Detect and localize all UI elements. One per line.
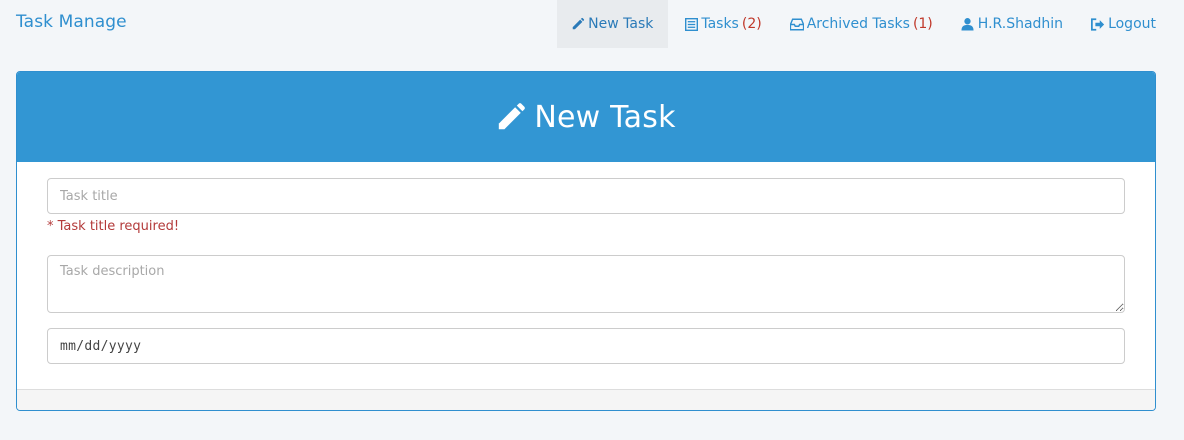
pencil-icon: [496, 102, 526, 132]
nav-archived-tasks[interactable]: Archived Tasks (1): [776, 0, 947, 48]
nav-menu: New Task Tasks (2) Archived Tasks (1) H.…: [557, 0, 1184, 48]
panel-footer: [17, 389, 1155, 410]
panel-body: * Task title required! mm/dd/yyyy: [17, 162, 1155, 364]
nav-user[interactable]: H.R.Shadhin: [947, 0, 1077, 48]
panel-title: New Task: [534, 99, 676, 135]
inbox-icon: [789, 17, 804, 31]
date-format-placeholder: mm/dd/yyyy: [60, 338, 142, 354]
nav-new-task-label: New Task: [588, 16, 654, 32]
task-title-input[interactable]: [47, 178, 1125, 214]
nav-tasks[interactable]: Tasks (2): [670, 0, 775, 48]
nav-logout-label: Logout: [1108, 16, 1156, 32]
nav-archived-label: Archived Tasks: [806, 16, 910, 32]
new-task-panel: New Task * Task title required! mm/dd/yy…: [16, 71, 1156, 411]
panel-heading: New Task: [17, 72, 1155, 162]
nav-user-label: H.R.Shadhin: [977, 16, 1064, 32]
nav-new-task[interactable]: New Task: [557, 0, 669, 48]
archived-count-badge: (1): [912, 16, 933, 32]
pencil-icon: [571, 17, 585, 31]
user-icon: [961, 17, 975, 31]
logout-icon: [1091, 17, 1105, 31]
tasks-count-badge: (2): [741, 16, 762, 32]
task-date-input[interactable]: mm/dd/yyyy: [47, 328, 1125, 364]
nav-logout[interactable]: Logout: [1077, 0, 1184, 48]
navbar: Task Manage New Task Tasks (2) Archived …: [0, 0, 1184, 48]
task-description-textarea[interactable]: [47, 255, 1125, 313]
nav-tasks-label: Tasks: [701, 16, 739, 32]
title-error-message: * Task title required!: [47, 219, 180, 234]
brand-link[interactable]: Task Manage: [16, 12, 127, 32]
list-icon: [684, 17, 698, 31]
